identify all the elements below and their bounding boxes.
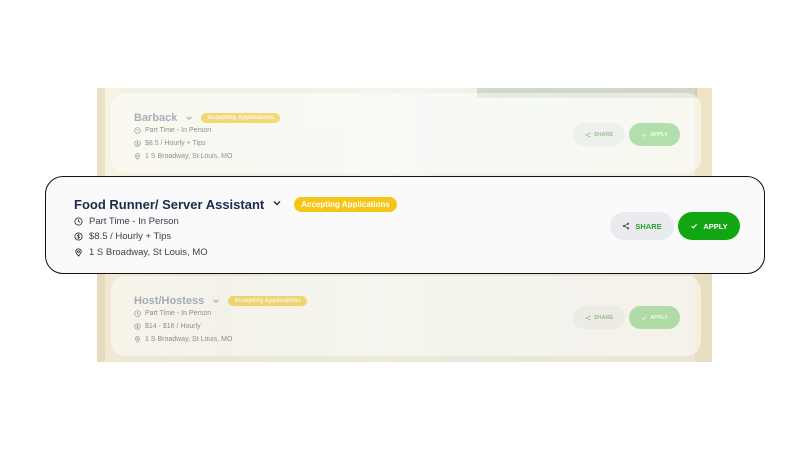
job-schedule-text: Part Time - In Person [145, 310, 212, 317]
chevron-down-icon[interactable] [212, 292, 220, 310]
job-pay-text: $14 - $16 / Hourly [145, 323, 201, 330]
check-icon [691, 223, 698, 229]
job-schedule-text: Part Time - In Person [145, 127, 212, 134]
share-label: SHARE [593, 131, 614, 138]
job-location-text: 1 S Broadway, St Louis, MO [89, 247, 208, 258]
share-label: SHARE [593, 314, 614, 321]
status-badge: Accepting Applications [294, 196, 397, 212]
apply-label: APPLY [650, 314, 668, 321]
job-location: 1 S Broadway, St Louis, MO [134, 336, 232, 343]
job-title[interactable]: Barback [134, 112, 177, 124]
clock-icon [134, 127, 141, 134]
job-header: Host/Hostess Accepting Applications [134, 292, 307, 310]
share-icon [585, 314, 591, 321]
job-header: Food Runner/ Server Assistant Accepting … [74, 195, 397, 213]
job-pay: $8.5 / Hourly + Tips [134, 140, 206, 147]
status-badge: Accepting Applications [201, 113, 280, 123]
location-pin-icon [135, 153, 140, 160]
apply-button[interactable]: APPLY [678, 212, 740, 240]
share-icon [585, 131, 591, 138]
job-pay: $8.5 / Hourly + Tips [74, 231, 171, 242]
job-card-food-runner: Food Runner/ Server Assistant Accepting … [45, 176, 765, 274]
chevron-down-icon[interactable] [185, 109, 193, 127]
apply-button[interactable]: APPLY [629, 306, 680, 329]
job-location-text: 1 S Broadway, St Louis, MO [145, 336, 233, 343]
check-icon [641, 315, 647, 320]
job-pay: $14 - $16 / Hourly [134, 323, 201, 330]
share-button[interactable]: SHARE [610, 212, 674, 240]
job-title[interactable]: Food Runner/ Server Assistant [74, 197, 264, 212]
location-pin-icon [135, 336, 140, 343]
dollar-icon [134, 323, 141, 330]
check-icon [641, 132, 647, 137]
job-location: 1 S Broadway, St Louis, MO [134, 153, 232, 160]
job-schedule: Part Time - In Person [134, 127, 211, 134]
job-pay-text: $8.5 / Hourly + Tips [89, 231, 172, 242]
job-header: Barback Accepting Applications [134, 109, 280, 127]
apply-label: APPLY [703, 221, 728, 231]
share-button[interactable]: SHARE [573, 123, 625, 146]
share-button[interactable]: SHARE [573, 306, 625, 329]
job-card-host: Host/Hostess Accepting Applications Part… [111, 276, 701, 356]
location-pin-icon [75, 248, 82, 257]
job-schedule: Part Time - In Person [134, 310, 211, 317]
job-location-text: 1 S Broadway, St Louis, MO [145, 153, 233, 160]
job-title[interactable]: Host/Hostess [134, 295, 204, 307]
job-location: 1 S Broadway, St Louis, MO [74, 247, 208, 258]
dollar-icon [74, 232, 83, 241]
job-card-barback: Barback Accepting Applications Part Time… [111, 93, 701, 173]
clock-icon [74, 217, 83, 226]
dollar-icon [134, 140, 141, 147]
clock-icon [134, 310, 141, 317]
apply-label: APPLY [650, 131, 668, 138]
apply-button[interactable]: APPLY [629, 123, 680, 146]
share-icon [623, 222, 630, 230]
status-badge: Accepting Applications [228, 296, 307, 306]
job-pay-text: $8.5 / Hourly + Tips [145, 140, 206, 147]
chevron-down-icon[interactable] [272, 195, 282, 213]
job-schedule: Part Time - In Person [74, 216, 179, 227]
share-label: SHARE [635, 221, 662, 231]
job-schedule-text: Part Time - In Person [89, 216, 179, 227]
